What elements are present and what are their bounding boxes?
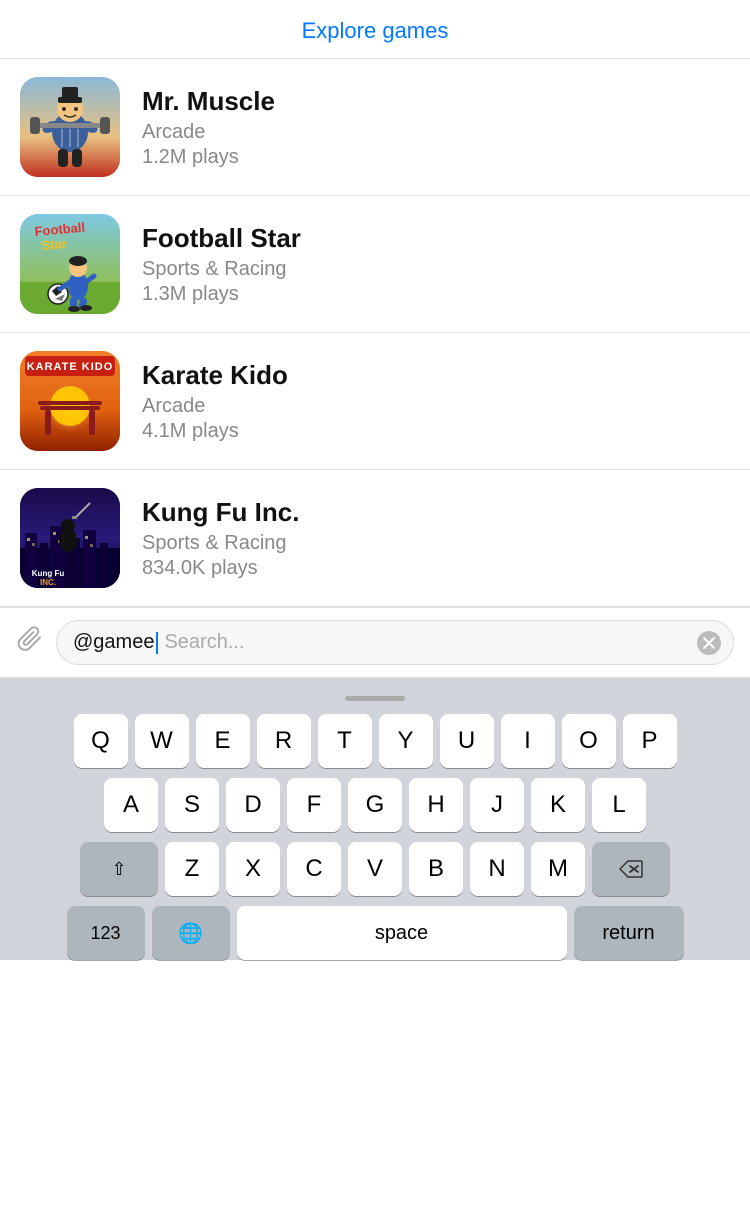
key-y[interactable]: Y — [379, 714, 433, 768]
keyboard-row-3: ⇧ Z X C V B N M — [0, 842, 750, 896]
attach-icon[interactable] — [16, 624, 46, 661]
key-e[interactable]: E — [196, 714, 250, 768]
key-o[interactable]: O — [562, 714, 616, 768]
svg-text:INC.: INC. — [40, 578, 56, 587]
explore-header: Explore games — [0, 0, 750, 59]
key-x[interactable]: X — [226, 842, 280, 896]
game-title-kung-fu-inc: Kung Fu Inc. — [142, 497, 299, 528]
key-l[interactable]: L — [592, 778, 646, 832]
game-title-football-star: Football Star — [142, 223, 301, 254]
key-g[interactable]: G — [348, 778, 402, 832]
game-plays-mr-muscle: 1.2M plays — [142, 146, 275, 169]
game-title-mr-muscle: Mr. Muscle — [142, 86, 275, 117]
key-w[interactable]: W — [135, 714, 189, 768]
explore-games-link[interactable]: Explore games — [302, 18, 449, 43]
svg-text:Star: Star — [41, 236, 68, 253]
key-i[interactable]: I — [501, 714, 555, 768]
globe-key[interactable]: 🌐 — [152, 906, 230, 960]
game-thumb-football-star: Football Star — [20, 214, 120, 314]
svg-text:KARATE KIDO: KARATE KIDO — [27, 361, 114, 373]
game-info-football-star: Football Star Sports & Racing 1.3M plays — [142, 223, 301, 306]
search-prefix: @gamee — [73, 631, 154, 654]
return-key[interactable]: return — [574, 906, 684, 960]
game-title-karate-kido: Karate Kido — [142, 360, 288, 391]
key-z[interactable]: Z — [165, 842, 219, 896]
game-plays-karate-kido: 4.1M plays — [142, 420, 288, 443]
keyboard: Q W E R T Y U I O P A S D F G H J K L ⇧ … — [0, 678, 750, 960]
game-genre-kung-fu-inc: Sports & Racing — [142, 532, 299, 555]
game-item-kung-fu-inc[interactable]: Kung Fu INC. Kung Fu Inc. Sports & Racin… — [0, 470, 750, 607]
game-item-karate-kido[interactable]: KARATE KIDO Karate Kido Arcade 4.1M play… — [0, 333, 750, 470]
key-t[interactable]: T — [318, 714, 372, 768]
game-genre-karate-kido: Arcade — [142, 395, 288, 418]
keyboard-row-4: 123 🌐 space return — [0, 906, 750, 960]
game-genre-football-star: Sports & Racing — [142, 258, 301, 281]
game-info-mr-muscle: Mr. Muscle Arcade 1.2M plays — [142, 86, 275, 169]
key-u[interactable]: U — [440, 714, 494, 768]
num-key[interactable]: 123 — [67, 906, 145, 960]
keyboard-handle-bar — [345, 696, 405, 701]
game-info-kung-fu-inc: Kung Fu Inc. Sports & Racing 834.0K play… — [142, 497, 299, 580]
game-plays-kung-fu-inc: 834.0K plays — [142, 557, 299, 580]
key-d[interactable]: D — [226, 778, 280, 832]
key-q[interactable]: Q — [74, 714, 128, 768]
key-v[interactable]: V — [348, 842, 402, 896]
game-genre-mr-muscle: Arcade — [142, 121, 275, 144]
game-list: Mr. Muscle Arcade 1.2M plays Football — [0, 59, 750, 607]
search-box[interactable]: @gamee Search... — [56, 620, 734, 665]
game-item-mr-muscle[interactable]: Mr. Muscle Arcade 1.2M plays — [0, 59, 750, 196]
keyboard-row-2: A S D F G H J K L — [0, 778, 750, 832]
space-key[interactable]: space — [237, 906, 567, 960]
key-h[interactable]: H — [409, 778, 463, 832]
key-r[interactable]: R — [257, 714, 311, 768]
svg-text:Kung Fu: Kung Fu — [32, 569, 65, 578]
backspace-key[interactable] — [592, 842, 670, 896]
search-clear-button[interactable] — [697, 631, 721, 655]
key-b[interactable]: B — [409, 842, 463, 896]
key-a[interactable]: A — [104, 778, 158, 832]
game-info-karate-kido: Karate Kido Arcade 4.1M plays — [142, 360, 288, 443]
shift-key[interactable]: ⇧ — [80, 842, 158, 896]
search-area: @gamee Search... — [0, 607, 750, 678]
game-plays-football-star: 1.3M plays — [142, 283, 301, 306]
key-p[interactable]: P — [623, 714, 677, 768]
key-j[interactable]: J — [470, 778, 524, 832]
search-placeholder: Search... — [164, 631, 244, 654]
game-thumb-mr-muscle — [20, 77, 120, 177]
key-n[interactable]: N — [470, 842, 524, 896]
key-k[interactable]: K — [531, 778, 585, 832]
key-s[interactable]: S — [165, 778, 219, 832]
keyboard-handle — [0, 688, 750, 706]
keyboard-row-1: Q W E R T Y U I O P — [0, 714, 750, 768]
game-thumb-karate-kido: KARATE KIDO — [20, 351, 120, 451]
key-f[interactable]: F — [287, 778, 341, 832]
game-item-football-star[interactable]: Football Star — [0, 196, 750, 333]
search-cursor — [156, 632, 158, 654]
key-c[interactable]: C — [287, 842, 341, 896]
key-m[interactable]: M — [531, 842, 585, 896]
game-thumb-kung-fu-inc: Kung Fu INC. — [20, 488, 120, 588]
